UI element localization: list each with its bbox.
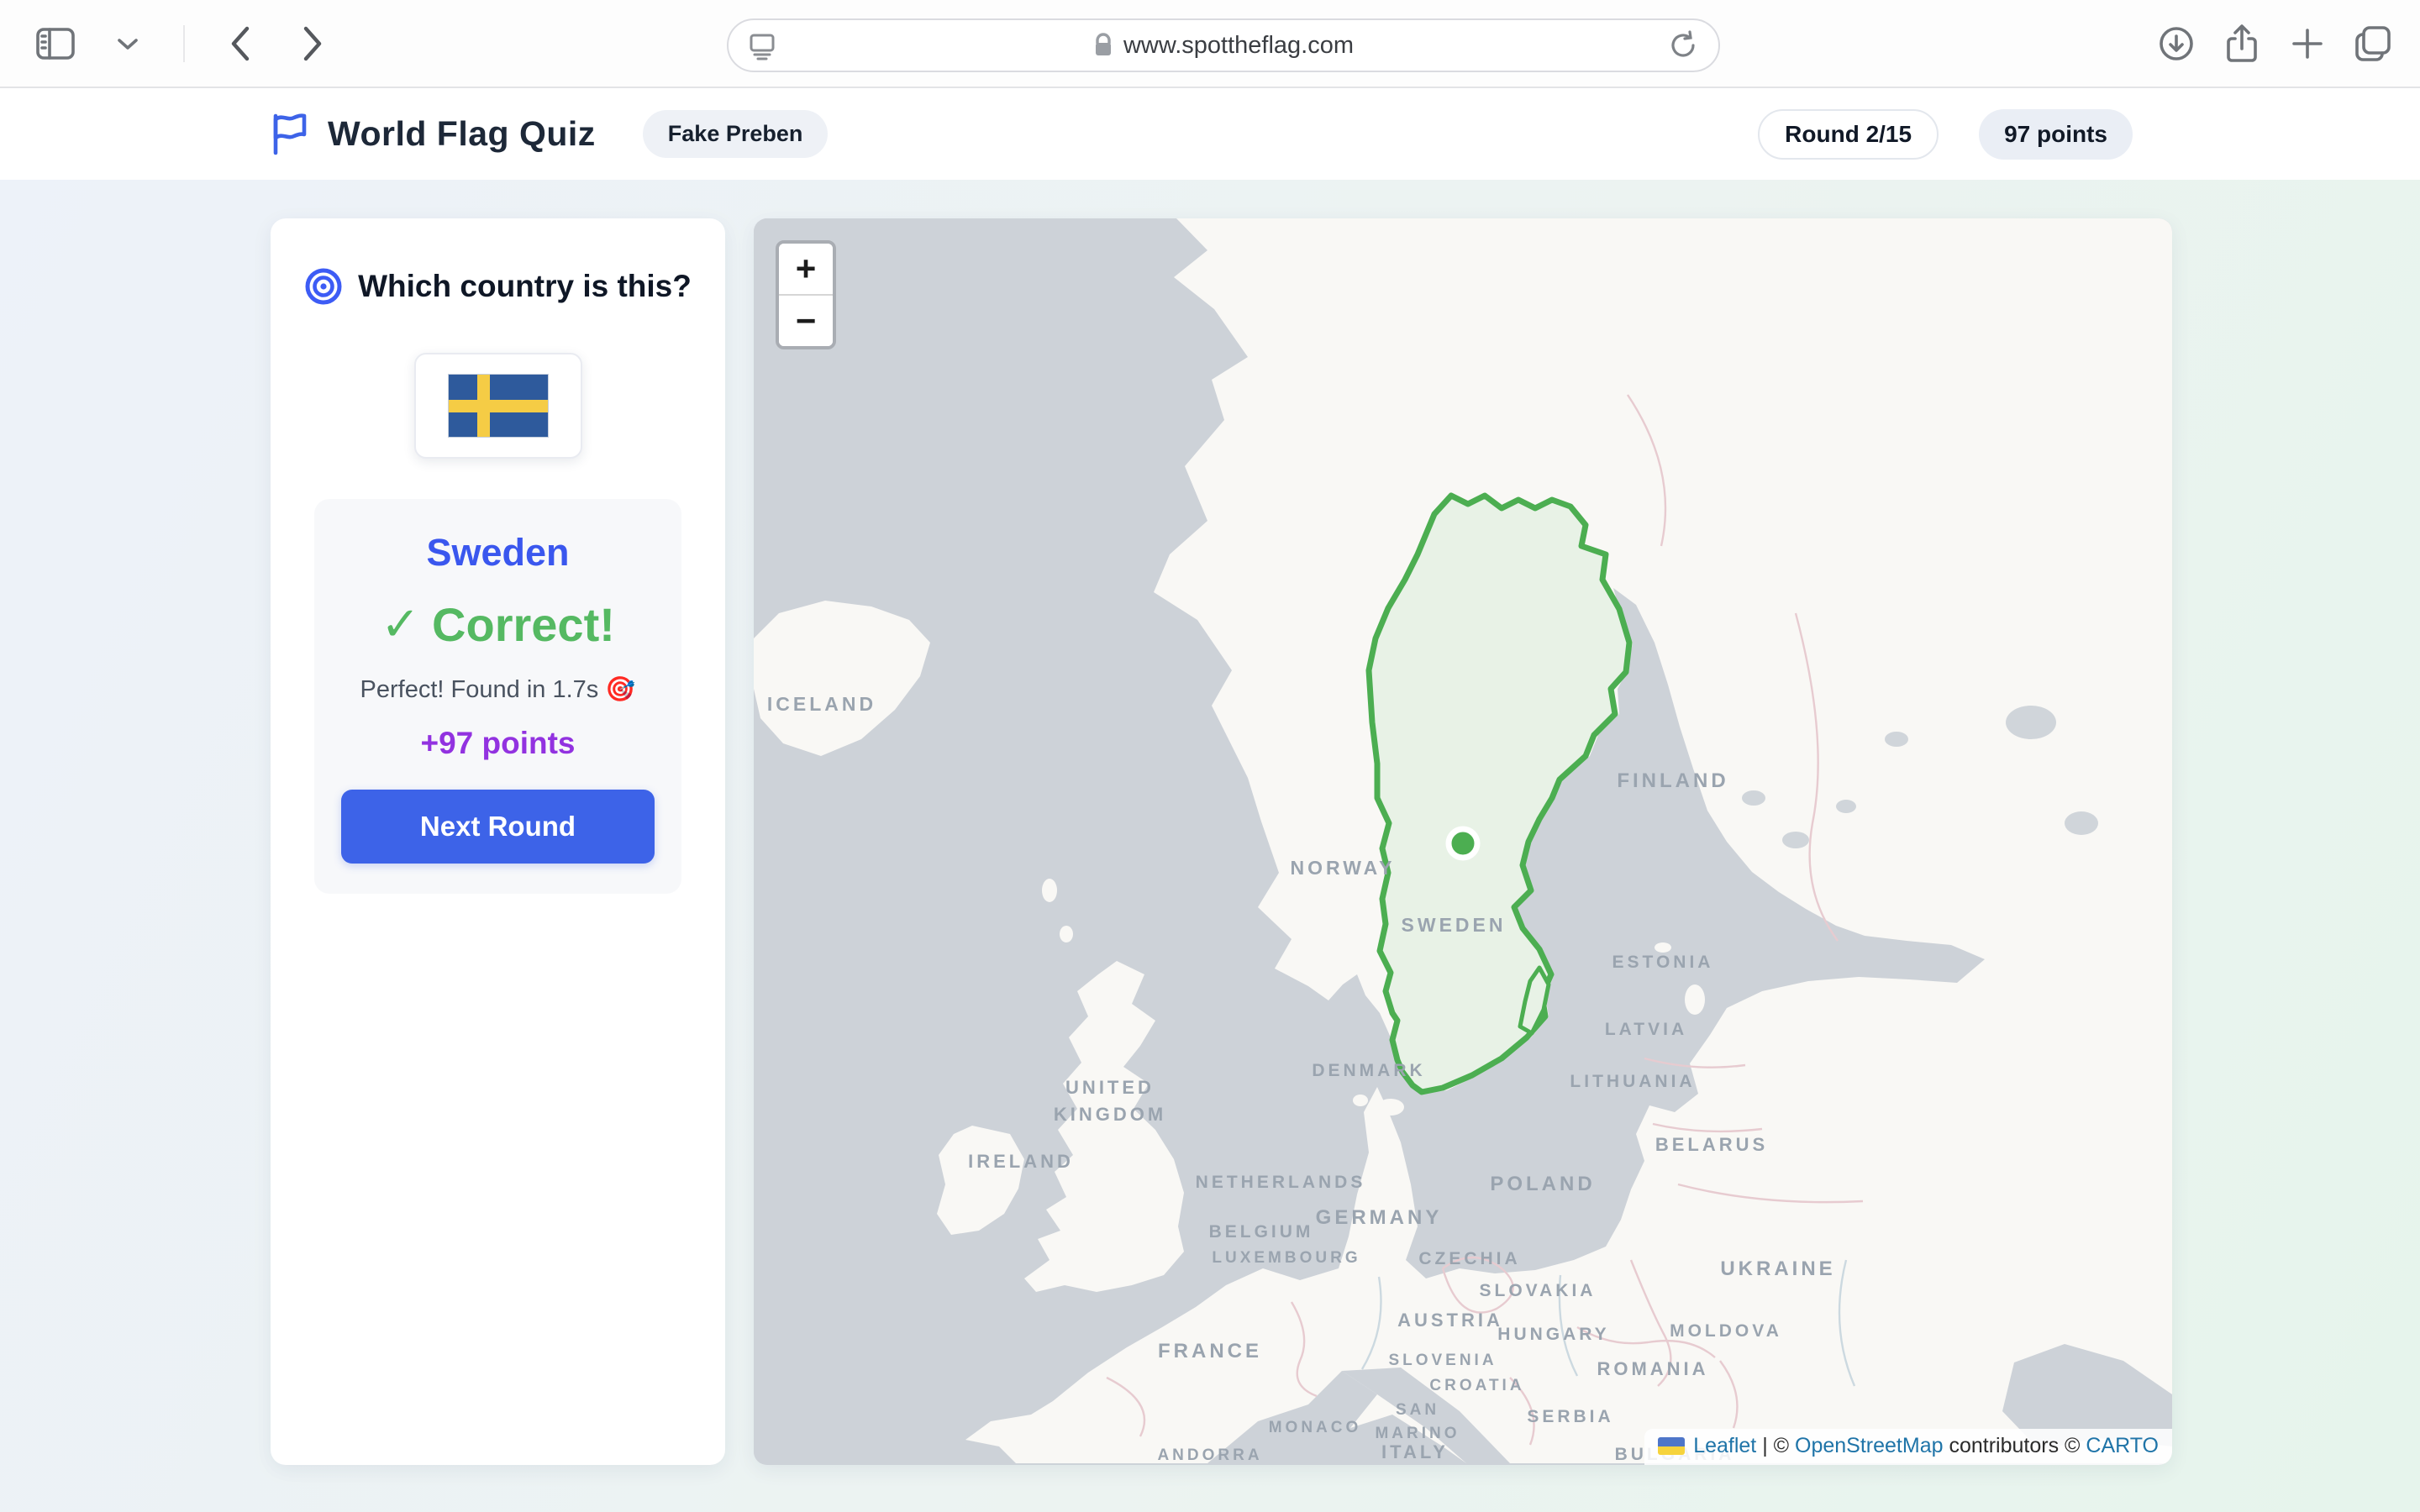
map-islet bbox=[1655, 942, 1671, 953]
map-islet bbox=[1685, 984, 1705, 1015]
guess-marker bbox=[1449, 829, 1477, 858]
app-header: World Flag Quiz Fake Preben Round 2/15 9… bbox=[0, 88, 2420, 181]
map-country-label: FRANCE bbox=[1158, 1340, 1262, 1362]
map-country-label: SWEDEN bbox=[1402, 914, 1507, 936]
chevron-down-icon[interactable] bbox=[106, 22, 150, 66]
map-country-label: IRELAND bbox=[968, 1151, 1074, 1172]
map-country-label: SLOVENIA bbox=[1388, 1352, 1497, 1369]
flag-card bbox=[414, 353, 582, 459]
map-country-label: LUXEMBOURG bbox=[1212, 1249, 1360, 1267]
player-badge: Fake Preben bbox=[643, 110, 829, 158]
correct-text: Correct! bbox=[432, 597, 615, 652]
map-country-label: MOLDOVA bbox=[1670, 1321, 1782, 1341]
map-islet bbox=[1060, 926, 1073, 942]
toolbar-divider bbox=[183, 25, 185, 62]
map-zoom-control: + − bbox=[776, 240, 836, 349]
address-bar[interactable]: www.spottheflag.com bbox=[727, 18, 1720, 72]
map-country-label: GERMANY bbox=[1316, 1206, 1443, 1229]
map-country-label: UKRAINE bbox=[1720, 1257, 1835, 1280]
page-title: World Flag Quiz bbox=[328, 114, 596, 154]
map-country-label: SLOVAKIA bbox=[1480, 1281, 1597, 1300]
attribution-contributors: contributors © bbox=[1944, 1434, 2086, 1458]
map-country-label: UNITED bbox=[1065, 1077, 1155, 1098]
map-country-label: NETHERLANDS bbox=[1196, 1173, 1366, 1192]
zoom-in-button[interactable]: + bbox=[779, 244, 833, 294]
question-text: Which country is this? bbox=[358, 269, 692, 304]
europe-map[interactable]: ICELAND NORWAY SWEDEN FINLAND ESTONIA LATVIA L… bbox=[754, 218, 2172, 1463]
answer-country: Sweden bbox=[426, 531, 569, 575]
map-country-label: ROMANIA bbox=[1597, 1358, 1708, 1379]
url-text: www.spottheflag.com bbox=[1123, 32, 1354, 60]
map-country-label: HUNGARY bbox=[1497, 1325, 1609, 1344]
sweden-flag-image bbox=[449, 375, 548, 437]
reload-icon[interactable] bbox=[1668, 30, 1698, 60]
map-country-label: ITALY bbox=[1381, 1441, 1449, 1462]
flag-icon bbox=[271, 113, 309, 156]
map-country-label: BELARUS bbox=[1655, 1134, 1768, 1155]
map-country-label: LATVIA bbox=[1605, 1020, 1687, 1039]
round-badge: Round 2/15 bbox=[1758, 109, 1939, 160]
map-country-label: MARINO bbox=[1375, 1425, 1460, 1442]
map-country-label: KINGDOM bbox=[1054, 1104, 1166, 1125]
browser-toolbar: www.spottheflag.com bbox=[0, 0, 2420, 88]
score-badge: 97 points bbox=[1979, 109, 2133, 160]
map-country-label: DENMARK bbox=[1312, 1061, 1425, 1080]
result-card: Sweden ✓ Correct! Perfect! Found in 1.7s… bbox=[314, 499, 681, 894]
map-country-label: AUSTRIA bbox=[1397, 1310, 1503, 1331]
map-country-label: BELGIUM bbox=[1209, 1222, 1314, 1242]
map-country-label: POLAND bbox=[1490, 1173, 1595, 1195]
sidebar-toggle-icon[interactable] bbox=[34, 22, 77, 66]
zoom-out-button[interactable]: − bbox=[779, 296, 833, 346]
result-detail: Perfect! Found in 1.7s 🎯 bbox=[360, 675, 636, 704]
map-country-label: CZECHIA bbox=[1418, 1249, 1520, 1268]
map-country-label: ESTONIA bbox=[1612, 953, 1714, 972]
map-islet bbox=[1377, 1099, 1404, 1116]
quiz-panel: Which country is this? Sweden ✓ Correct!… bbox=[271, 218, 725, 1465]
map-country-label: NORWAY bbox=[1291, 857, 1396, 879]
next-round-button[interactable]: Next Round bbox=[341, 790, 655, 864]
correct-row: ✓ Correct! bbox=[381, 596, 615, 652]
lock-icon bbox=[1093, 32, 1113, 59]
new-tab-icon[interactable] bbox=[2286, 22, 2329, 66]
map-country-label: LITHUANIA bbox=[1570, 1072, 1695, 1091]
share-icon[interactable] bbox=[2220, 22, 2264, 66]
map-islet bbox=[1042, 879, 1057, 902]
map-country-label: CROATIA bbox=[1429, 1377, 1524, 1394]
page-background: Which country is this? Sweden ✓ Correct!… bbox=[0, 180, 2420, 1512]
downloads-icon[interactable] bbox=[2154, 22, 2198, 66]
map-country-label: SERBIA bbox=[1527, 1407, 1613, 1426]
map-islet bbox=[1353, 1095, 1368, 1106]
leaflet-link[interactable]: Leaflet bbox=[1693, 1434, 1756, 1458]
points-gained: +97 points bbox=[420, 726, 575, 761]
map-country-label: MONACO bbox=[1269, 1419, 1362, 1436]
map-country-label: ICELAND bbox=[767, 693, 876, 715]
forward-icon[interactable] bbox=[291, 22, 334, 66]
ukraine-flag-icon bbox=[1658, 1437, 1685, 1455]
target-icon bbox=[304, 267, 343, 306]
map-country-label: ANDORRA bbox=[1157, 1446, 1262, 1463]
back-icon[interactable] bbox=[218, 22, 262, 66]
map-attribution: Leaflet | © OpenStreetMap contributors ©… bbox=[1644, 1429, 2172, 1465]
check-icon: ✓ bbox=[381, 596, 420, 652]
map-country-label: SAN bbox=[1396, 1401, 1439, 1419]
carto-link[interactable]: CARTO bbox=[2086, 1434, 2159, 1458]
attribution-separator: | © bbox=[1756, 1434, 1795, 1458]
map-panel[interactable]: ICELAND NORWAY SWEDEN FINLAND ESTONIA LATVIA L… bbox=[754, 218, 2172, 1465]
tab-overview-icon[interactable] bbox=[2351, 22, 2395, 66]
map-country-label: FINLAND bbox=[1617, 769, 1728, 792]
openstreetmap-link[interactable]: OpenStreetMap bbox=[1795, 1434, 1944, 1458]
